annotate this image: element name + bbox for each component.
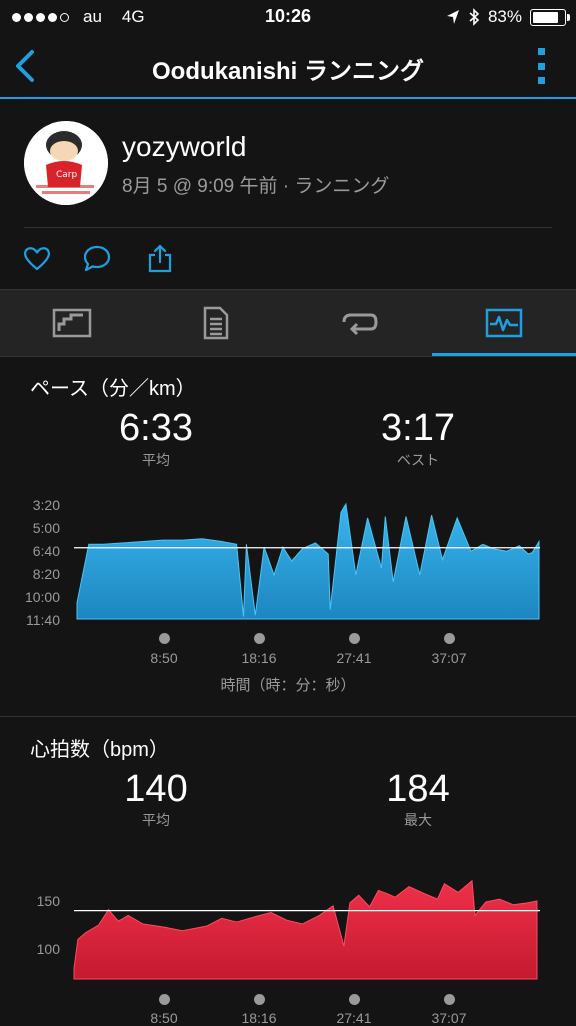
x-axis-title: 時間（時：分：秒） — [220, 677, 356, 694]
activity-tabs — [0, 289, 576, 357]
pace-average-label: 平均 — [142, 452, 170, 468]
action-bar — [0, 228, 576, 288]
pace-best-label: ベスト — [396, 452, 440, 468]
pace-x-tick-marker — [254, 633, 265, 644]
svg-text:Carp: Carp — [56, 170, 77, 180]
heart-rate-x-tick-marker — [349, 994, 360, 1005]
username[interactable]: yozyworld — [122, 131, 246, 163]
location-icon — [446, 10, 459, 24]
heart-rate-x-tick-marker — [444, 994, 455, 1005]
overview-icon — [52, 308, 92, 338]
activity-datetime: 8月 5 @ 9:09 午前 · ランニング — [122, 176, 390, 197]
pace-x-tick-marker — [349, 633, 360, 644]
battery-percent: 83% — [487, 7, 522, 26]
pace-x-tick-marker — [159, 633, 170, 644]
section-divider — [0, 716, 576, 717]
battery-icon — [530, 8, 570, 26]
pace-best-value: 3:17 — [381, 407, 455, 449]
tab-overview[interactable] — [0, 290, 144, 356]
pace-x-tick-label: 8:50 — [150, 650, 178, 666]
pace-chart[interactable] — [0, 495, 576, 630]
tab-laps[interactable] — [288, 290, 432, 356]
more-menu-icon[interactable] — [536, 48, 546, 84]
like-heart-icon[interactable] — [22, 243, 52, 273]
pace-x-tick-label: 27:41 — [336, 650, 372, 666]
charts-icon — [485, 308, 523, 338]
nav-bar: Oodukanishi ランニング — [0, 34, 576, 99]
details-icon — [203, 306, 229, 340]
bluetooth-icon — [469, 8, 480, 26]
pace-x-tick-marker — [444, 633, 455, 644]
heart-rate-x-tick-marker — [159, 994, 170, 1005]
pace-area-series — [76, 502, 540, 620]
pace-section-title: ペース（分／km） — [30, 378, 196, 400]
heart-rate-max-label: 最大 — [404, 812, 432, 828]
heart-rate-section-title: 心拍数（bpm） — [30, 739, 169, 761]
heart-rate-chart[interactable] — [0, 860, 576, 982]
activity-header: Carp yozyworld 8月 5 @ 9:09 午前 · ランニング — [0, 99, 576, 227]
laps-icon — [342, 313, 378, 336]
avatar[interactable]: Carp — [24, 121, 108, 205]
tab-details[interactable] — [144, 290, 288, 356]
avatar-image-icon: Carp — [24, 121, 108, 205]
heart-rate-x-tick-marker — [254, 994, 265, 1005]
heart-rate-average-value: 140 — [124, 768, 188, 810]
page-title: Oodukanishi ランニング — [151, 58, 424, 85]
heart-rate-average-label: 平均 — [142, 812, 170, 828]
pace-x-tick-label: 18:16 — [241, 650, 277, 666]
comment-bubble-icon[interactable] — [82, 243, 112, 273]
tab-charts[interactable] — [432, 290, 576, 356]
heart-rate-max-value: 184 — [386, 768, 450, 810]
pace-average-value: 6:33 — [119, 407, 193, 449]
heart-rate-area-series — [73, 879, 538, 980]
pace-x-tick-label: 37:07 — [431, 650, 467, 666]
share-icon[interactable] — [145, 243, 175, 273]
status-bar: au 4G 10:26 83% — [0, 0, 576, 34]
